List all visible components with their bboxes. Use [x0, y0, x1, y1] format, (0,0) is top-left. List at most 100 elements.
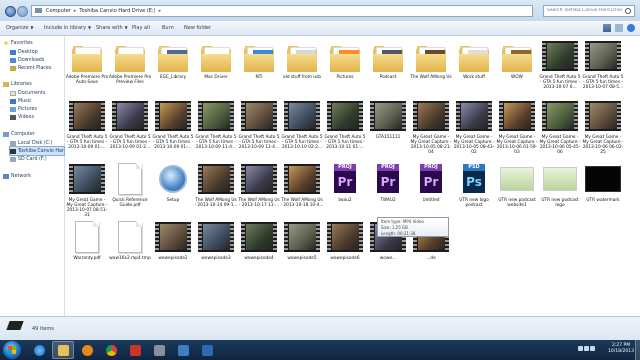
file-item[interactable]: PROJ Pr twau2 — [323, 161, 367, 219]
taskbar-app6[interactable] — [172, 341, 194, 359]
file-item[interactable]: Adobe Premiere Pro Auto-Save — [65, 38, 109, 96]
file-item[interactable]: My Great Game - My Great Capture - 2013-… — [495, 98, 539, 156]
file-item[interactable]: wowepisode6 — [323, 219, 367, 277]
file-item[interactable]: My Great Game - My Great Capture - 2013-… — [452, 98, 496, 156]
tray-icon[interactable] — [584, 346, 589, 351]
help-icon[interactable] — [627, 24, 635, 32]
organize-button[interactable]: Organize ▼ — [6, 25, 33, 31]
file-item[interactable]: Grand Theft Auto 5 - GTA 5 fun times - 2… — [65, 98, 109, 156]
file-item[interactable]: wowepisode2 — [151, 219, 195, 277]
file-item[interactable]: PSD Ps UTR new logo podcast — [452, 161, 496, 219]
taskbar-explorer[interactable] — [52, 341, 74, 359]
back-button[interactable] — [5, 6, 16, 17]
video-thumbnail-icon — [69, 98, 105, 134]
file-item[interactable]: The Wolf AMong Us - 2013-10-18 10-4... — [280, 161, 324, 219]
file-item[interactable]: UTR new podcast logo — [538, 161, 582, 219]
file-item[interactable]: Grand Theft Auto 5 - GTA 5 fun times - 2… — [108, 98, 152, 156]
file-item[interactable]: wow16x2.mp4.tmp — [108, 219, 152, 277]
start-button[interactable] — [3, 341, 21, 359]
video-thumbnail-icon — [370, 98, 406, 134]
show-desktop-button[interactable] — [635, 340, 640, 360]
nav-sd-card[interactable]: SD Card (F:) — [10, 155, 47, 163]
file-item[interactable]: Warranty.pdf — [65, 219, 109, 277]
file-item[interactable]: old stuff from usb — [280, 38, 324, 96]
file-item[interactable]: NTI — [237, 38, 281, 96]
taskbar-ie[interactable] — [28, 341, 50, 359]
file-item[interactable]: The Wolf AMong Us - 2013-10-17 11-... — [237, 161, 281, 219]
nav-pictures[interactable]: Pictures — [10, 105, 37, 113]
file-item[interactable]: Work stuff — [452, 38, 496, 96]
file-item[interactable]: Grand Theft Auto 5 - GTA 5 fun times - 2… — [280, 98, 324, 156]
file-item[interactable]: Quick Reference Guide.pdf — [108, 161, 152, 219]
search-input[interactable] — [547, 6, 622, 15]
preview-pane-icon[interactable] — [615, 24, 623, 32]
drive-icon — [6, 321, 24, 330]
breadcrumb-drive[interactable]: Toshiba Canvio Hard Drive (E:) — [79, 8, 155, 14]
tray-icon[interactable] — [578, 346, 583, 351]
file-item[interactable]: wowepisode3 — [194, 219, 238, 277]
nav-network[interactable]: Network — [3, 172, 31, 180]
file-item[interactable]: Mac Driver — [194, 38, 238, 96]
play-all-button[interactable]: Play all — [132, 25, 150, 31]
file-item[interactable]: Grand Theft Auto 5 - GTA 5 fun times - 2… — [581, 38, 625, 96]
file-item[interactable]: Pictures — [323, 38, 367, 96]
taskbar-app4[interactable] — [124, 341, 146, 359]
file-item[interactable]: UTR new podcast website1 — [495, 161, 539, 219]
include-in-library-button[interactable]: Include in library ▼ — [44, 25, 91, 31]
volume-icon[interactable] — [590, 346, 595, 351]
taskbar-app5[interactable] — [148, 341, 170, 359]
nav-computer[interactable]: Computer — [3, 130, 35, 138]
file-item[interactable]: PROJ Pr TWAU2 — [366, 161, 410, 219]
system-tray[interactable] — [578, 346, 602, 354]
file-item[interactable]: My Great Game - My Great Capture - 2013-… — [409, 98, 453, 156]
new-folder-button[interactable]: New folder — [184, 25, 211, 31]
burn-label: Burn — [162, 25, 174, 31]
file-item[interactable]: The Wolf AMong Us — [409, 38, 453, 96]
view-options-icon[interactable] — [603, 24, 611, 32]
folder-icon — [327, 38, 363, 74]
nav-recent-places[interactable]: Recent Places — [10, 64, 51, 72]
search-box[interactable] — [543, 5, 635, 17]
file-item[interactable]: Adobe Premiere Pro Preview Files — [108, 38, 152, 96]
file-item[interactable]: Setup — [151, 161, 195, 219]
file-item[interactable]: Podcast — [366, 38, 410, 96]
file-item[interactable]: My Great Game - My Great Capture - 2013-… — [538, 98, 582, 156]
nav-desktop[interactable]: Desktop — [10, 48, 38, 56]
burn-button[interactable]: Burn — [162, 25, 174, 31]
file-item[interactable]: UTR watermark — [581, 161, 625, 219]
nav-videos[interactable]: Videos — [10, 113, 34, 121]
taskbar-app7[interactable] — [196, 341, 218, 359]
taskbar-media[interactable] — [76, 341, 98, 359]
file-item[interactable]: Grand Theft Auto 5 - GTA 5 fun times - 2… — [151, 98, 195, 156]
breadcrumb-computer[interactable]: Computer — [46, 8, 71, 14]
file-item[interactable]: wowepisode5 — [280, 219, 324, 277]
forward-button[interactable] — [17, 6, 28, 17]
organize-label: Organize — [6, 25, 29, 31]
file-item[interactable]: Grand Theft Auto 5 - GTA 5 fun times - 2… — [194, 98, 238, 156]
file-item[interactable]: Grand Theft Auto 5 - GTA 5 fun times - 2… — [538, 38, 582, 96]
nav-favorites[interactable]: Favorites — [3, 39, 33, 47]
file-item[interactable]: WOW — [495, 38, 539, 96]
nav-music[interactable]: Music — [10, 97, 32, 105]
file-item[interactable]: PROJ Pr Untitled — [409, 161, 453, 219]
nav-network-label: Network — [11, 173, 32, 179]
file-item[interactable]: The Wolf AMong Us - 2013-10-14 09-1... — [194, 161, 238, 219]
folder-icon — [198, 38, 234, 74]
address-bar[interactable]: Computer ▸ Toshiba Canvio Hard Drive (E:) ▸ — [31, 5, 533, 17]
clock[interactable]: 2:27 PM 10/18/2013 — [608, 343, 634, 355]
desktop-icon — [10, 49, 16, 55]
file-item[interactable]: My Great Game - My Great Capture - 2013-… — [581, 98, 625, 156]
file-item[interactable]: Grand Theft Auto 5 - GTA 5 fun times - 2… — [237, 98, 281, 156]
taskbar-chrome[interactable] — [100, 341, 122, 359]
file-item[interactable]: Grand Theft Auto 5 - GTA 5 fun times - 2… — [323, 98, 367, 156]
share-with-button[interactable]: Share with ▼ — [96, 25, 128, 31]
file-name: wowepisode2 — [158, 256, 188, 261]
video-thumbnail-icon — [241, 219, 277, 255]
file-item[interactable]: wowepisode4 — [237, 219, 281, 277]
nav-downloads[interactable]: Downloads — [10, 56, 44, 64]
file-item[interactable]: GTA151111 — [366, 98, 410, 156]
file-item[interactable]: My Great Game - My Great Capture - 2013-… — [65, 161, 109, 219]
file-item[interactable]: EGC_Library — [151, 38, 195, 96]
nav-libraries[interactable]: Libraries — [3, 80, 32, 88]
nav-documents[interactable]: Documents — [10, 89, 45, 97]
